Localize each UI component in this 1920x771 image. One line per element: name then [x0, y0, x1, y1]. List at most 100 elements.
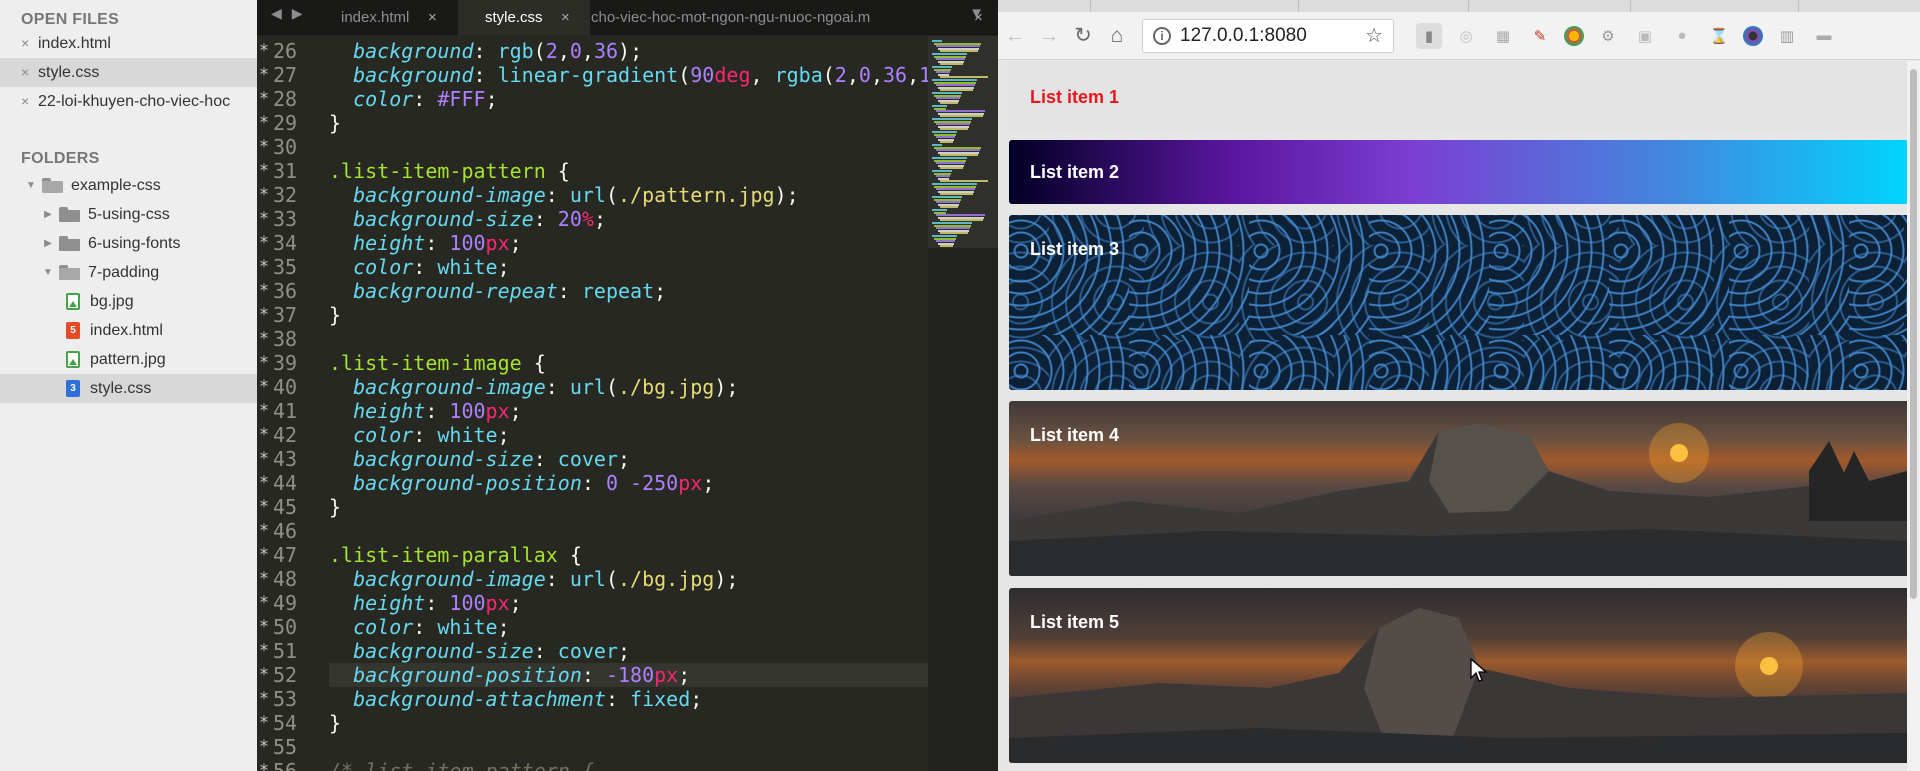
code-token: cover	[557, 639, 619, 663]
disclosure-open-icon[interactable]: ▼	[24, 171, 38, 200]
code-line[interactable]: }	[329, 303, 929, 327]
editor-tab[interactable]: style.css ×	[458, 0, 590, 35]
modified-marker-icon: *	[258, 137, 270, 157]
code-line[interactable]	[329, 135, 929, 159]
code-line[interactable]: color: white;	[329, 615, 929, 639]
tree-item[interactable]: ▼ example-css	[0, 171, 257, 200]
extension-icon-9[interactable]: ⌛	[1706, 23, 1732, 49]
code-line[interactable]: background-size: cover;	[329, 639, 929, 663]
editor-tab-label: style.css	[485, 9, 543, 26]
extension-icon-1[interactable]: ▮	[1416, 22, 1442, 49]
code-line[interactable]: color: #FFF;	[329, 87, 929, 111]
tree-item[interactable]: ▼ 7-padding	[0, 258, 257, 287]
address-bar[interactable]: i 127.0.0.1:8080 ☆	[1142, 18, 1394, 53]
disclosure-closed-icon[interactable]: ▶	[41, 229, 55, 258]
modified-marker-icon: *	[258, 113, 270, 133]
code-line[interactable]: .list-item-parallax {	[329, 543, 929, 567]
extension-icon-11[interactable]: ▥	[1774, 23, 1800, 49]
reload-icon[interactable]: ↻	[1066, 23, 1100, 48]
code-line[interactable]: background-position: 0 -250px;	[329, 471, 929, 495]
disclosure-closed-icon[interactable]: ▶	[41, 200, 55, 229]
code-token: deg	[714, 63, 751, 87]
open-file-item[interactable]: × index.html	[0, 29, 257, 58]
code-token: :	[425, 399, 450, 423]
tab-menu-icon[interactable]: ▼	[969, 5, 984, 22]
code-line[interactable]: height: 100px;	[329, 591, 929, 615]
close-file-icon[interactable]: ×	[21, 87, 38, 116]
tree-item[interactable]: pattern.jpg	[0, 345, 257, 374]
extension-icon-2[interactable]: ◎	[1453, 23, 1479, 49]
code-line[interactable]: color: white;	[329, 423, 929, 447]
code-line[interactable]	[329, 519, 929, 543]
code-line[interactable]: background-size: cover;	[329, 447, 929, 471]
code-line[interactable]: height: 100px;	[329, 231, 929, 255]
line-number: * 32	[257, 183, 317, 207]
code-token: :	[545, 183, 570, 207]
code-line[interactable]: .list-item-image {	[329, 351, 929, 375]
bookmark-star-icon[interactable]: ☆	[1365, 23, 1383, 48]
browser-tab-strip[interactable]	[998, 0, 1920, 12]
home-icon[interactable]: ⌂	[1100, 24, 1134, 48]
code-line[interactable]: background-image: url(./bg.jpg);	[329, 375, 929, 399]
extension-icon-7[interactable]: ▣	[1632, 23, 1658, 49]
back-icon[interactable]: ←	[998, 24, 1032, 48]
code-line[interactable]: background: rgb(2,0,36);	[329, 39, 929, 63]
extension-icon-8[interactable]: ●	[1669, 23, 1695, 49]
image-file-icon	[66, 293, 80, 310]
list-item-pattern: List item 3	[1009, 215, 1907, 390]
close-file-icon[interactable]: ×	[21, 58, 38, 87]
code-line[interactable]: background: linear-gradient(90deg, rgba(…	[329, 63, 929, 87]
code-token: height	[329, 399, 426, 423]
minimap[interactable]	[928, 36, 998, 771]
code-line[interactable]: color: white;	[329, 255, 929, 279]
open-file-item[interactable]: × style.css	[0, 58, 257, 87]
folder-icon	[59, 236, 80, 251]
code-line[interactable]: background-size: 20%;	[329, 207, 929, 231]
code-token: background-image	[329, 183, 546, 207]
close-file-icon[interactable]: ×	[21, 29, 38, 58]
page-scrollbar[interactable]	[1907, 61, 1920, 771]
tree-item[interactable]: 3 style.css	[0, 374, 257, 403]
code-line[interactable]	[329, 327, 929, 351]
tree-item[interactable]: ▶ 5-using-css	[0, 200, 257, 229]
tab-nav-arrows-icon[interactable]: ◀▶	[271, 5, 313, 22]
editor-tab[interactable]: cho-viec-hoc-mot-ngon-ngu-nuoc-ngoai.m ×	[591, 0, 991, 35]
code-line[interactable]: background-repeat: repeat;	[329, 279, 929, 303]
settings-gear-icon[interactable]: ⚙	[1595, 23, 1621, 49]
code-line[interactable]: }	[329, 495, 929, 519]
code-text-area[interactable]: background: rgb(2,0,36); background: lin…	[329, 39, 929, 771]
code-line[interactable]: }	[329, 711, 929, 735]
extension-icon-10[interactable]	[1743, 25, 1763, 46]
scrollbar-thumb[interactable]	[1910, 69, 1917, 599]
forward-icon[interactable]: →	[1032, 24, 1066, 48]
open-file-item[interactable]: × 22-loi-khuyen-cho-viec-hoc	[0, 87, 257, 116]
tree-item[interactable]: ▶ 6-using-fonts	[0, 229, 257, 258]
line-number-text: 39	[273, 351, 298, 375]
site-info-icon[interactable]: i	[1153, 26, 1171, 45]
code-line[interactable]: background-position: -180px;	[329, 663, 929, 687]
modified-marker-icon: *	[258, 353, 270, 373]
line-number: * 51	[257, 639, 317, 663]
extension-icon-12[interactable]: ▬	[1811, 23, 1837, 49]
line-number-text: 38	[273, 327, 298, 351]
code-token: (	[678, 63, 691, 87]
code-line[interactable]: /* list-item-pattern {	[329, 759, 929, 771]
line-number-text: 41	[273, 399, 298, 423]
code-line[interactable]: .list-item-pattern {	[329, 159, 929, 183]
code-line[interactable]: background-image: url(./bg.jpg);	[329, 567, 929, 591]
extension-icon-3[interactable]: ▦	[1490, 23, 1516, 49]
disclosure-open-icon[interactable]: ▼	[41, 258, 55, 287]
extension-icon-4[interactable]: ✎	[1527, 23, 1553, 49]
code-line[interactable]: }	[329, 111, 929, 135]
code-line[interactable]: height: 100px;	[329, 399, 929, 423]
code-line[interactable]	[329, 735, 929, 759]
code-line[interactable]: background-image: url(./pattern.jpg);	[329, 183, 929, 207]
tree-item[interactable]: 5 index.html	[0, 316, 257, 345]
editor-tab[interactable]: index.html ×	[317, 0, 457, 35]
tree-item[interactable]: bg.jpg	[0, 287, 257, 316]
code-line[interactable]: background-attachment: fixed;	[329, 687, 929, 711]
close-tab-icon[interactable]: ×	[561, 0, 570, 35]
extension-icon-5[interactable]	[1564, 25, 1584, 46]
close-tab-icon[interactable]: ×	[428, 0, 437, 35]
line-number: * 31	[257, 159, 317, 183]
